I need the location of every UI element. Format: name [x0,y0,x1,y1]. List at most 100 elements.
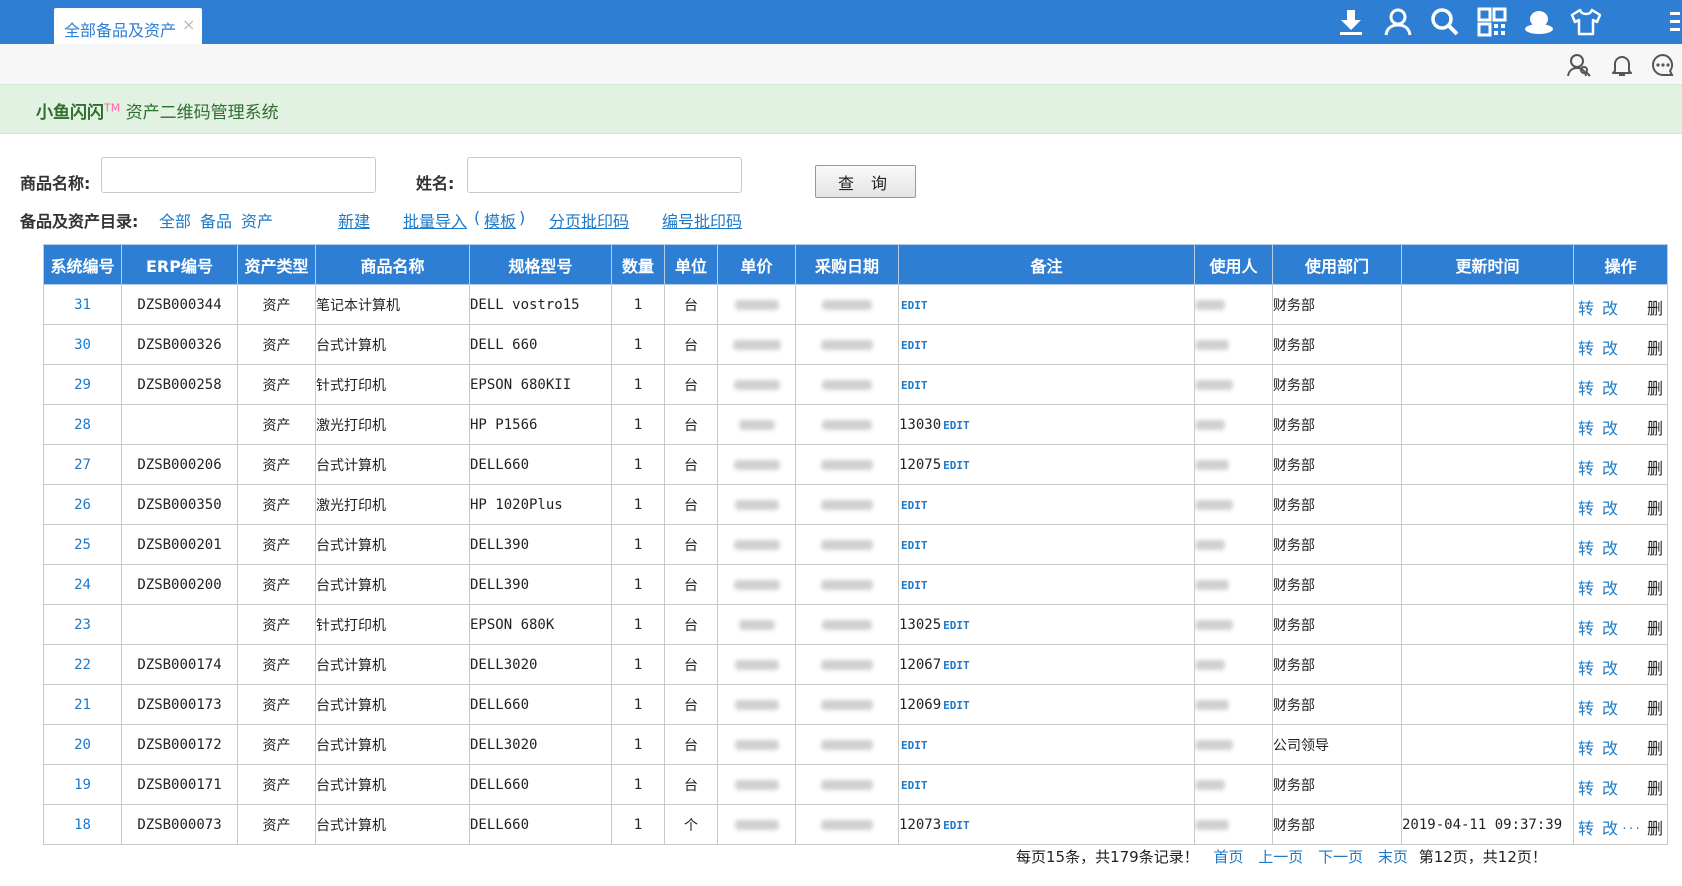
edit-note-link[interactable]: EDIT [943,819,970,832]
bell-icon[interactable] [1609,52,1635,78]
edit-note-link[interactable]: EDIT [901,499,928,512]
transfer-link[interactable]: 转 [1578,735,1594,759]
delete-link[interactable]: 删 [1647,415,1663,439]
filter-all-link[interactable]: 全部 [159,208,191,232]
delete-link[interactable]: 删 [1647,535,1663,559]
edit-link[interactable]: 改 [1602,415,1618,439]
system-id-link[interactable]: 25 [43,524,122,565]
more-link[interactable]: ... [1621,819,1641,832]
code-print-link[interactable]: 编号批印码 [662,208,742,232]
tab-all-assets[interactable]: 全部备品及资产 × [54,8,202,44]
system-id-link[interactable]: 23 [43,604,122,645]
user-icon[interactable] [1382,6,1414,38]
system-id-link[interactable]: 18 [43,804,122,845]
search-icon[interactable] [1429,6,1461,38]
transfer-link[interactable]: 转 [1578,695,1594,719]
transfer-link[interactable]: 转 [1578,295,1594,319]
download-icon[interactable] [1335,6,1367,38]
batch-import-link[interactable]: 批量导入 [403,208,467,232]
transfer-link[interactable]: 转 [1578,495,1594,519]
edit-note-link[interactable]: EDIT [901,579,928,592]
system-id-link[interactable]: 22 [43,644,122,685]
query-button[interactable]: 查 询 [815,165,916,198]
delete-link[interactable]: 删 [1647,375,1663,399]
transfer-link[interactable]: 转 [1578,775,1594,799]
system-id-link[interactable]: 26 [43,484,122,525]
edit-note-link[interactable]: EDIT [943,699,970,712]
edit-note-link[interactable]: EDIT [901,299,928,312]
transfer-link[interactable]: 转 [1578,415,1594,439]
edit-note-link[interactable]: EDIT [901,779,928,792]
transfer-link[interactable]: 转 [1578,455,1594,479]
delete-link[interactable]: 删 [1647,575,1663,599]
delete-link[interactable]: 删 [1647,335,1663,359]
edit-note-link[interactable]: EDIT [943,619,970,632]
edit-note-link[interactable]: EDIT [901,539,928,552]
system-id-link[interactable]: 24 [43,564,122,605]
edit-link[interactable]: 改 [1602,695,1618,719]
contacts-icon[interactable] [1566,52,1592,78]
filter-asset-link[interactable]: 资产 [241,208,273,232]
transfer-link[interactable]: 转 [1578,335,1594,359]
prev-page-link[interactable]: 上一页 [1258,848,1303,866]
system-id-link[interactable]: 30 [43,324,122,365]
asset-type: 资产 [237,604,316,645]
edit-link[interactable]: 改 [1602,335,1618,359]
system-id-link[interactable]: 20 [43,724,122,765]
edit-link[interactable]: 改 [1602,535,1618,559]
unit-price-redacted [717,484,796,525]
edit-note-link[interactable]: EDIT [901,739,928,752]
edit-note-link[interactable]: EDIT [901,379,928,392]
edit-note-link[interactable]: EDIT [901,339,928,352]
delete-link[interactable]: 删 [1647,615,1663,639]
last-page-link[interactable]: 末页 [1378,848,1408,866]
next-page-link[interactable]: 下一页 [1318,848,1363,866]
person-name-input[interactable] [467,157,742,193]
edit-link[interactable]: 改 [1602,375,1618,399]
product-name-input[interactable] [101,157,376,193]
system-id-link[interactable]: 27 [43,444,122,485]
delete-link[interactable]: 删 [1647,775,1663,799]
first-page-link[interactable]: 首页 [1214,848,1244,866]
delete-link[interactable]: 删 [1647,735,1663,759]
hat-icon[interactable] [1523,6,1555,38]
transfer-link[interactable]: 转 [1578,655,1594,679]
apps-icon[interactable] [1476,6,1508,38]
delete-link[interactable]: 删 [1647,295,1663,319]
template-link[interactable]: 模板 [484,208,516,232]
system-id-link[interactable]: 29 [43,364,122,405]
transfer-link[interactable]: 转 [1578,615,1594,639]
system-id-link[interactable]: 31 [43,284,122,325]
transfer-link[interactable]: 转 [1578,535,1594,559]
edit-link[interactable]: 改 [1602,455,1618,479]
edit-link[interactable]: 改 [1602,735,1618,759]
menu-icon[interactable] [1664,6,1682,38]
edit-link[interactable]: 改 [1602,775,1618,799]
edit-link[interactable]: 改 [1602,575,1618,599]
chat-icon[interactable] [1650,52,1676,78]
system-id-link[interactable]: 28 [43,404,122,445]
create-link[interactable]: 新建 [338,208,370,232]
edit-note-link[interactable]: EDIT [943,419,970,432]
page-print-link[interactable]: 分页批印码 [549,208,629,232]
tab-close-icon[interactable]: × [182,15,195,34]
edit-link[interactable]: 改 [1602,615,1618,639]
edit-link[interactable]: 改 [1602,815,1618,839]
edit-note-link[interactable]: EDIT [943,659,970,672]
transfer-link[interactable]: 转 [1578,815,1594,839]
transfer-link[interactable]: 转 [1578,575,1594,599]
delete-link[interactable]: 删 [1647,695,1663,719]
edit-link[interactable]: 改 [1602,495,1618,519]
shirt-icon[interactable] [1570,6,1602,38]
system-id-link[interactable]: 19 [43,764,122,805]
system-id-link[interactable]: 21 [43,684,122,725]
delete-link[interactable]: 删 [1647,495,1663,519]
delete-link[interactable]: 删 [1647,815,1663,839]
filter-spare-link[interactable]: 备品 [200,208,232,232]
edit-note-link[interactable]: EDIT [943,459,970,472]
delete-link[interactable]: 删 [1647,655,1663,679]
delete-link[interactable]: 删 [1647,455,1663,479]
edit-link[interactable]: 改 [1602,655,1618,679]
transfer-link[interactable]: 转 [1578,375,1594,399]
edit-link[interactable]: 改 [1602,295,1618,319]
